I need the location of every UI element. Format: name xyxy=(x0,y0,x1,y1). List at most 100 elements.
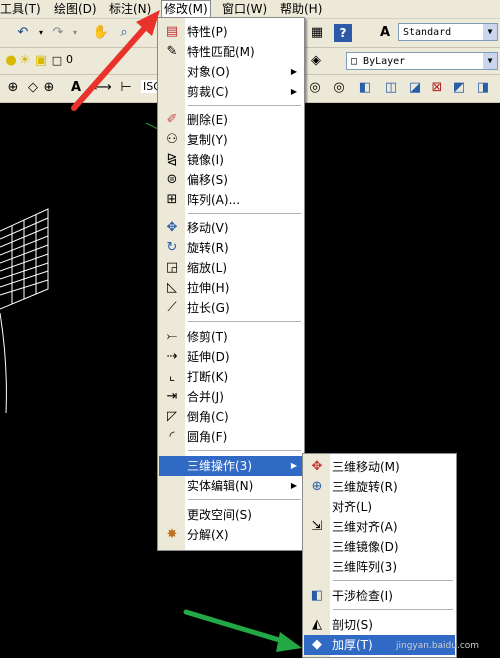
undo-dropdown-icon[interactable]: ▾ xyxy=(32,24,50,42)
rotate-icon: ↻ xyxy=(166,240,178,255)
join-icon: ⇥ xyxy=(166,389,178,404)
menu-item-chamfer[interactable]: ◸ 倒角(C) xyxy=(159,407,303,427)
help-icon[interactable]: ? xyxy=(334,24,352,42)
redo-icon[interactable]: ↷ xyxy=(49,24,67,42)
subtract-icon[interactable]: ◎ xyxy=(330,79,348,97)
menu-item-offset[interactable]: ⊜ 偏移(S) xyxy=(159,170,303,190)
extend-icon: ⇢ xyxy=(166,349,178,364)
text-style-icon[interactable]: A xyxy=(376,24,394,42)
lengthen-icon: ⟋ xyxy=(167,300,177,315)
watermark: jingyan.baidu.com xyxy=(396,641,480,651)
copy-icon: ⚇ xyxy=(166,132,178,147)
undo-icon[interactable]: ↶ xyxy=(14,24,32,42)
offset-icon: ⊜ xyxy=(166,172,178,187)
menu-dimension[interactable]: 标注(N) xyxy=(109,1,151,17)
menu-item-3d-rotate[interactable]: ⊕ 三维旋转(R) xyxy=(304,477,455,497)
menu-item-extend[interactable]: ⇢ 延伸(D) xyxy=(159,347,303,367)
union-icon[interactable]: ◎ xyxy=(306,79,324,97)
menu-item-3d-align[interactable]: ⇲ 三维对齐(A) xyxy=(304,517,455,537)
properties-icon: ▤ xyxy=(165,24,179,39)
menu-item-properties[interactable]: ▤ 特性(P) xyxy=(159,22,303,42)
redo-dropdown-icon[interactable]: ▾ xyxy=(66,24,84,42)
menu-separator xyxy=(188,321,301,322)
array-icon: ⊞ xyxy=(166,192,178,207)
menu-item-3d-move[interactable]: ✥ 三维移动(M) xyxy=(304,457,455,477)
dim-edit-icon[interactable]: ⟷ xyxy=(93,79,112,97)
menu-item-object[interactable]: 对象(O) ▶ xyxy=(159,62,303,82)
layer-properties-icon[interactable]: ◈ xyxy=(307,52,325,70)
text-style-value: Standard xyxy=(403,27,452,38)
menu-item-solid-editing[interactable]: 实体编辑(N) ▶ xyxy=(159,476,303,496)
menu-item-rotate[interactable]: ↻ 旋转(R) xyxy=(159,238,303,258)
menu-item-clip[interactable]: 剪裁(C) ▶ xyxy=(159,82,303,102)
menu-item-fillet[interactable]: ◜ 圆角(F) xyxy=(159,427,303,447)
calculator-icon[interactable]: ▦ xyxy=(308,24,326,42)
explode-icon: ✸ xyxy=(166,527,178,542)
chevron-down-icon: ▼ xyxy=(483,24,497,40)
center-mark-icon[interactable]: ⊕ xyxy=(40,79,58,97)
stretch-icon: ◺ xyxy=(167,280,177,295)
menu-draw[interactable]: 绘图(D) xyxy=(54,1,97,17)
scale-icon: ◲ xyxy=(165,260,179,275)
menu-item-interference[interactable]: ◧ 干涉检查(I) xyxy=(304,586,455,606)
linetype-swatch-icon: □ xyxy=(351,56,364,67)
3d-rotate-icon: ⊕ xyxy=(311,479,323,494)
menu-item-join[interactable]: ⇥ 合并(J) xyxy=(159,387,303,407)
submenu-arrow-icon: ▶ xyxy=(290,461,297,470)
linetype-select[interactable]: □ ByLayer ▼ xyxy=(346,52,498,70)
extrude-icon[interactable]: ◫ xyxy=(382,79,400,97)
delete-face-icon[interactable]: ⊠ xyxy=(428,79,446,97)
break-icon: ⌞ xyxy=(168,369,176,384)
menu-tools[interactable]: 工具(T) xyxy=(0,1,41,17)
menu-item-break[interactable]: ⌞ 打断(K) xyxy=(159,367,303,387)
menu-window[interactable]: 窗口(W) xyxy=(222,1,267,17)
menu-item-align[interactable]: 对齐(L) xyxy=(304,497,455,517)
interference-icon: ◧ xyxy=(310,588,324,603)
submenu-arrow-icon: ▶ xyxy=(290,481,297,490)
menu-item-mirror[interactable]: ⧎ 镜像(I) xyxy=(159,150,303,170)
slice-icon: ◭ xyxy=(312,617,322,632)
menu-item-stretch[interactable]: ◺ 拉伸(H) xyxy=(159,278,303,298)
zoom-realtime-icon[interactable]: ⌕ xyxy=(115,24,133,42)
menu-item-copy[interactable]: ⚇ 复制(Y) xyxy=(159,130,303,150)
menu-separator xyxy=(333,580,453,581)
solid-edit-icon[interactable]: ◨ xyxy=(474,79,492,97)
menu-item-change-space[interactable]: 更改空间(S) xyxy=(159,505,303,525)
menu-item-slice[interactable]: ◭ 剖切(S) xyxy=(304,615,455,635)
trim-icon: ⤚ xyxy=(166,329,178,344)
menu-item-erase[interactable]: ✐ 删除(E) xyxy=(159,110,303,130)
submenu-arrow-icon: ▶ xyxy=(290,67,297,76)
dim-update-icon[interactable]: ⊢ xyxy=(117,79,135,97)
menu-item-trim[interactable]: ⤚ 修剪(T) xyxy=(159,327,303,347)
menu-separator xyxy=(188,105,301,106)
layer-name[interactable]: 0 xyxy=(66,53,73,66)
menu-item-array[interactable]: ⊞ 阵列(A)... xyxy=(159,190,303,210)
menu-item-lengthen[interactable]: ⟋ 拉长(G) xyxy=(159,298,303,318)
eraser-icon: ✐ xyxy=(166,112,178,127)
menu-separator xyxy=(188,450,301,451)
menu-item-scale[interactable]: ◲ 缩放(L) xyxy=(159,258,303,278)
menu-item-3d-operations[interactable]: 三维操作(3) ▶ xyxy=(159,456,303,476)
match-brush-icon: ✎ xyxy=(166,44,178,59)
chevron-down-icon: ▼ xyxy=(483,53,497,69)
menu-item-match-properties[interactable]: ✎ 特性匹配(M) xyxy=(159,42,303,62)
menu-help[interactable]: 帮助(H) xyxy=(280,1,322,17)
fillet-icon: ◜ xyxy=(169,429,175,444)
dim-text-icon[interactable]: A xyxy=(67,79,85,97)
menu-separator xyxy=(188,213,301,214)
pan-icon[interactable]: ✋ xyxy=(92,24,110,42)
menu-item-3d-array[interactable]: 三维阵列(3) xyxy=(304,557,455,577)
layer-color-icon[interactable]: □ xyxy=(48,52,66,70)
snap-icon[interactable]: ⊕ xyxy=(4,79,22,97)
text-style-select[interactable]: Standard ▼ xyxy=(398,23,498,41)
box-icon[interactable]: ◧ xyxy=(356,79,374,97)
3d-align-icon: ⇲ xyxy=(311,519,323,534)
menu-item-explode[interactable]: ✸ 分解(X) xyxy=(159,525,303,545)
face-icon[interactable]: ◪ xyxy=(406,79,424,97)
menu-item-move[interactable]: ✥ 移动(V) xyxy=(159,218,303,238)
menu-separator xyxy=(333,609,453,610)
menu-item-3d-mirror[interactable]: 三维镜像(D) xyxy=(304,537,455,557)
menu-modify[interactable]: 修改(M) xyxy=(161,0,211,18)
menu-separator xyxy=(188,499,301,500)
shell-icon[interactable]: ◩ xyxy=(450,79,468,97)
